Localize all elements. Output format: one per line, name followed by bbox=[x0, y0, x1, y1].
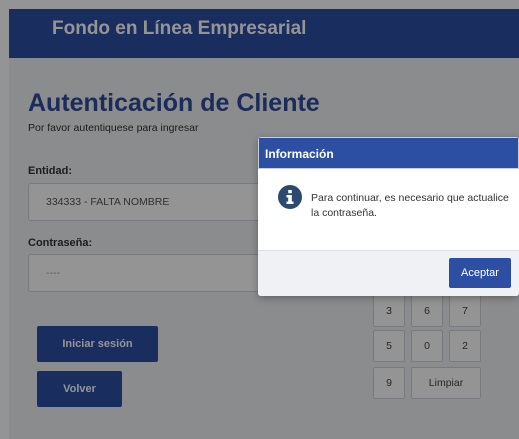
info-icon bbox=[278, 185, 302, 209]
dialog-title: Información bbox=[265, 147, 334, 161]
dialog-message: Para continuar, es necesario que actuali… bbox=[311, 192, 509, 219]
dialog-header: Información bbox=[258, 137, 519, 169]
accept-button[interactable]: Aceptar bbox=[449, 258, 511, 288]
info-dialog: Información Para continuar, es necesario… bbox=[258, 137, 519, 296]
dialog-footer: Aceptar bbox=[258, 250, 519, 296]
